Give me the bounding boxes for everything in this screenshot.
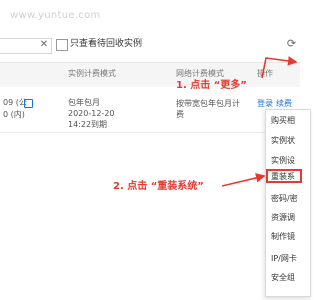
network-billing: 按带宽包年包月计 — [176, 99, 240, 108]
monitor-icon[interactable] — [24, 99, 33, 108]
arrow-to-reinstall — [221, 173, 266, 187]
step2-annotation: 2. 点击 “重装系统” — [113, 181, 204, 192]
menu-item-resource-adjust[interactable]: 资源调 — [271, 212, 301, 224]
billing-mode: 包年包月 — [68, 98, 100, 107]
recycle-only-checkbox[interactable] — [56, 39, 68, 51]
menu-item-purchase[interactable]: 购买相 — [271, 115, 301, 127]
clear-icon[interactable]: ✕ — [38, 39, 50, 51]
table-header — [0, 62, 300, 88]
column-header-actions: 操作 — [257, 69, 273, 78]
login-link[interactable]: 登录 — [257, 98, 273, 109]
expiry-time: 14:22到期 — [68, 120, 108, 129]
menu-item-create-image[interactable]: 制作镜 — [271, 231, 301, 243]
checkbox-label: 只查看待回收实例 — [70, 39, 143, 49]
menu-item-instance-settings[interactable]: 实例设 — [271, 155, 301, 167]
column-header-network-billing: 网络计费模式 — [176, 69, 224, 78]
menu-item-instance-state[interactable]: 实例状 — [271, 135, 301, 147]
expiry-date: 2020-12-20 — [68, 109, 115, 118]
refresh-icon[interactable]: ⟳ — [285, 37, 298, 51]
renew-link[interactable]: 续费 — [276, 98, 292, 109]
table-row — [0, 87, 300, 133]
column-header-instance-billing: 实例计费模式 — [68, 69, 116, 78]
menu-item-security-group[interactable]: 安全组 — [271, 272, 301, 284]
instance-ip-private: 0 (内) — [3, 110, 25, 119]
menu-item-ip-nic[interactable]: IP/网卡 — [271, 253, 301, 265]
network-billing-cont: 费 — [176, 110, 184, 119]
reinstall-highlight-box — [266, 169, 302, 183]
step1-annotation: 1. 点击 “更多” — [176, 80, 247, 91]
menu-item-password-key[interactable]: 密码/密 — [271, 193, 301, 205]
watermark: www.yuntue.com — [10, 10, 101, 21]
